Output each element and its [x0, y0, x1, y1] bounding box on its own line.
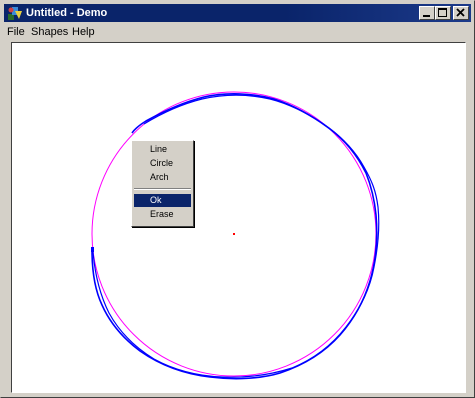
stroke-start-marker [91, 247, 94, 252]
menu-bar: File Shapes Help [4, 23, 471, 41]
app-icon[interactable] [7, 5, 23, 21]
window-title: Untitled - Demo [26, 7, 108, 19]
title-bar[interactable]: Untitled - Demo [4, 4, 471, 22]
drawing-canvas[interactable] [11, 42, 466, 393]
menu-shapes[interactable]: Shapes [31, 25, 68, 39]
minimize-button[interactable] [419, 6, 435, 20]
title-buttons [419, 6, 469, 20]
menu-help[interactable]: Help [72, 25, 95, 39]
context-item-arch[interactable]: Arch [134, 171, 191, 184]
freehand-stroke-echo [92, 94, 380, 378]
maximize-icon [438, 8, 447, 17]
close-icon [456, 8, 465, 17]
minimize-icon [423, 15, 430, 17]
context-menu: Line Circle Arch Ok Erase [131, 140, 194, 227]
context-item-erase[interactable]: Erase [134, 208, 191, 221]
context-separator [134, 188, 191, 190]
context-item-line[interactable]: Line [134, 143, 191, 156]
context-item-ok[interactable]: Ok [134, 194, 191, 207]
app-window: Untitled - Demo File Shapes Help Line Ci… [0, 0, 475, 398]
maximize-button[interactable] [435, 6, 451, 20]
center-point [233, 233, 235, 235]
close-button[interactable] [453, 6, 469, 20]
drawing-surface [91, 91, 380, 380]
menu-file[interactable]: File [7, 25, 25, 39]
context-item-circle[interactable]: Circle [134, 157, 191, 170]
